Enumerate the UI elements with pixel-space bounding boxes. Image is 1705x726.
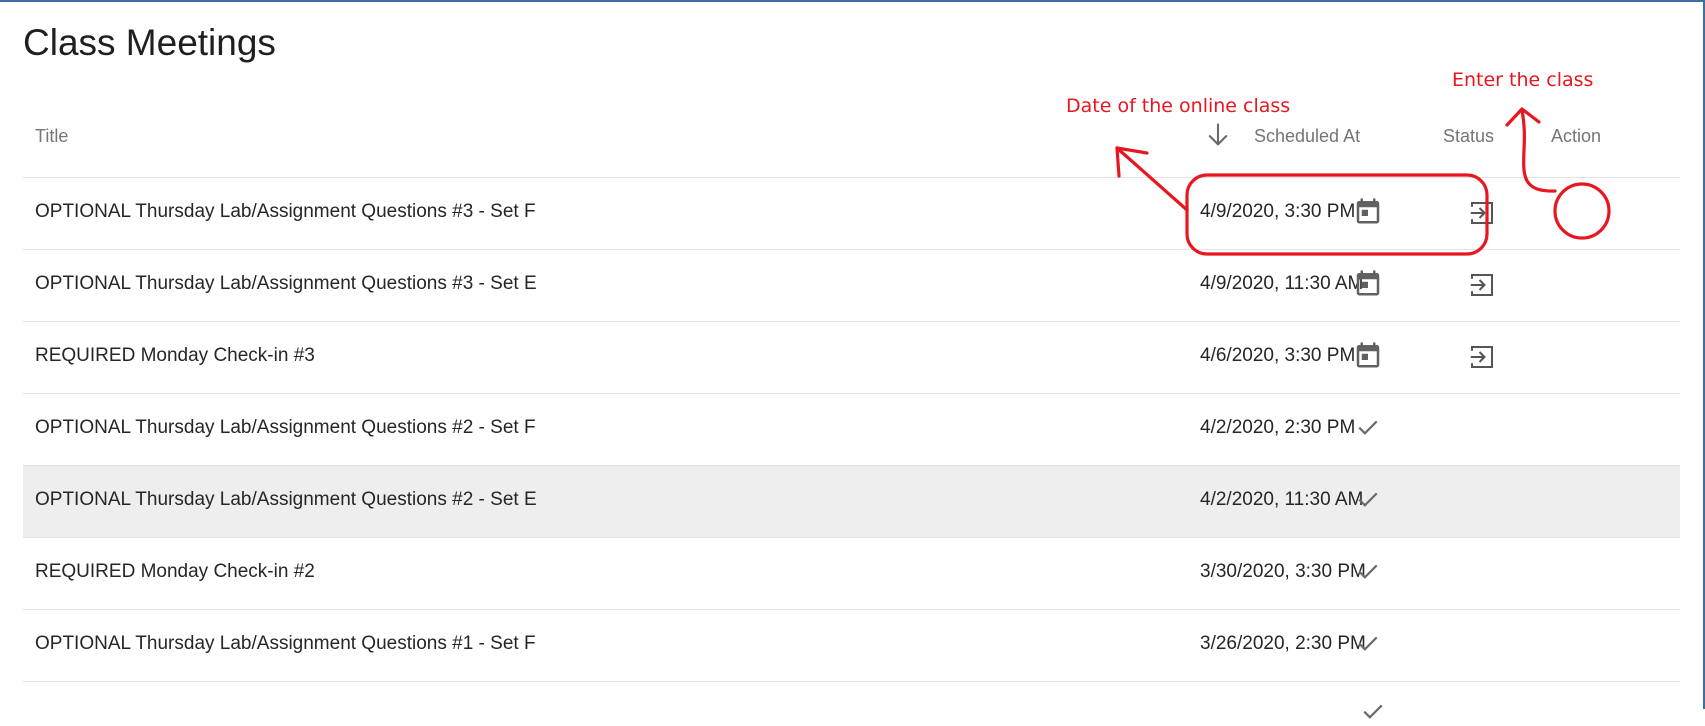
- table-row-partial: [23, 682, 1680, 722]
- meeting-title: OPTIONAL Thursday Lab/Assignment Questio…: [35, 633, 536, 654]
- enter-class-button[interactable]: [1451, 267, 1513, 303]
- table-row[interactable]: OPTIONAL Thursday Lab/Assignment Questio…: [23, 178, 1680, 250]
- meeting-title: REQUIRED Monday Check-in #2: [35, 561, 315, 582]
- calendar-icon: [1353, 196, 1393, 228]
- table-row[interactable]: REQUIRED Monday Check-in #3 4/6/2020, 3:…: [23, 322, 1680, 394]
- calendar-icon: [1353, 340, 1393, 372]
- table-header: Title Scheduled At Status Action: [23, 100, 1680, 178]
- column-header-title[interactable]: Title: [35, 126, 68, 147]
- check-icon: [1353, 412, 1393, 444]
- table-row[interactable]: OPTIONAL Thursday Lab/Assignment Questio…: [23, 610, 1680, 682]
- page-title: Class Meetings: [23, 22, 276, 63]
- meeting-scheduled-at: 4/2/2020, 2:30 PM: [1200, 417, 1356, 438]
- meeting-scheduled-at: 3/26/2020, 2:30 PM: [1200, 633, 1366, 654]
- table-row[interactable]: OPTIONAL Thursday Lab/Assignment Questio…: [23, 394, 1680, 466]
- meeting-scheduled-at: 4/9/2020, 3:30 PM: [1200, 201, 1356, 222]
- check-icon: [1353, 484, 1393, 516]
- table-row[interactable]: OPTIONAL Thursday Lab/Assignment Questio…: [23, 250, 1680, 322]
- annotation-enter-label: Enter the class: [1452, 69, 1594, 91]
- meeting-title: OPTIONAL Thursday Lab/Assignment Questio…: [35, 201, 536, 222]
- arrow-down-icon[interactable]: [1204, 121, 1232, 149]
- check-icon: [1353, 628, 1393, 660]
- annotation-date-label: Date of the online class: [1066, 95, 1291, 117]
- meeting-title: OPTIONAL Thursday Lab/Assignment Questio…: [35, 489, 537, 510]
- check-icon: [1363, 704, 1383, 719]
- table-row[interactable]: REQUIRED Monday Check-in #2 3/30/2020, 3…: [23, 538, 1680, 610]
- meeting-scheduled-at: 4/2/2020, 11:30 AM: [1200, 489, 1364, 510]
- meeting-scheduled-at: 4/6/2020, 3:30 PM: [1200, 345, 1356, 366]
- enter-icon: [1470, 346, 1493, 368]
- class-meetings-table: Title Scheduled At Status Action OPTIONA…: [23, 100, 1680, 722]
- check-icon: [1353, 556, 1393, 588]
- meeting-title: REQUIRED Monday Check-in #3: [35, 345, 315, 366]
- column-header-status: Status: [1443, 126, 1495, 146]
- enter-class-button[interactable]: [1451, 339, 1513, 375]
- meeting-title: OPTIONAL Thursday Lab/Assignment Questio…: [35, 273, 537, 294]
- calendar-icon: [1353, 268, 1393, 300]
- window-frame-top: [0, 0, 1705, 2]
- enter-class-button[interactable]: [1451, 195, 1513, 231]
- table-row[interactable]: OPTIONAL Thursday Lab/Assignment Questio…: [23, 466, 1680, 538]
- meeting-scheduled-at: 4/9/2020, 11:30 AM: [1200, 273, 1364, 294]
- enter-icon: [1470, 202, 1493, 224]
- meeting-scheduled-at: 3/30/2020, 3:30 PM: [1200, 561, 1366, 582]
- column-header-scheduled-at[interactable]: Scheduled At: [1254, 126, 1360, 147]
- meeting-title: OPTIONAL Thursday Lab/Assignment Questio…: [35, 417, 536, 438]
- enter-icon: [1470, 274, 1493, 296]
- column-header-action: Action: [1551, 126, 1602, 146]
